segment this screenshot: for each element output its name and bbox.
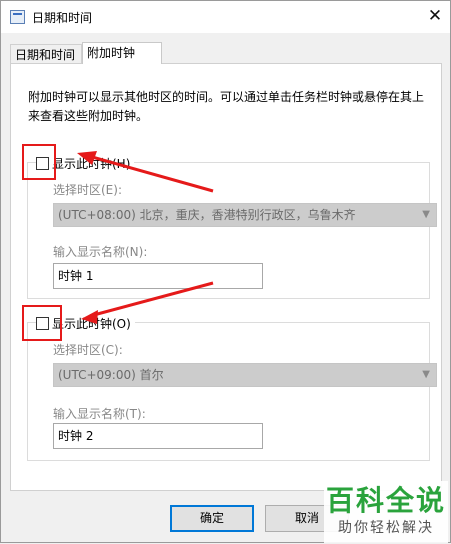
clock1-timezone-value: (UTC+08:00) 北京，重庆，香港特别行政区，乌鲁木齐 [58, 208, 356, 222]
close-icon[interactable]: ✕ [420, 1, 450, 31]
clock2-checkbox-label: 显示此时钟(O) [52, 317, 131, 331]
clock1-timezone-label: 选择时区(E): [53, 183, 122, 197]
description-text: 附加时钟可以显示其他时区的时间。可以通过单击任务栏时钟或悬停在其上来查看这些附加… [28, 90, 425, 123]
watermark: 百科全说 助你轻松解决 [324, 481, 448, 543]
chevron-down-icon: ▼ [422, 369, 430, 380]
clock2-name-label: 输入显示名称(T): [53, 407, 146, 421]
clock2-timezone-value: (UTC+09:00) 首尔 [58, 368, 164, 382]
title-bar: 日期和时间 ✕ [1, 1, 450, 33]
clock2-timezone-select[interactable]: (UTC+09:00) 首尔 ▼ [53, 363, 437, 387]
clock-app-icon [10, 10, 25, 24]
highlight-box-clock1 [22, 144, 56, 180]
dialog-window: 日期和时间 ✕ 日期和时间 附加时钟 附加时钟可以显示其他时区的时间。可以通过单… [0, 0, 451, 543]
clock1-name-input[interactable]: 时钟 1 [53, 263, 263, 289]
tab-additional-clocks[interactable]: 附加时钟 [82, 42, 162, 64]
window-title: 日期和时间 [32, 11, 93, 25]
clock1-checkbox-label: 显示此时钟(H) [52, 157, 131, 171]
watermark-slogan: 助你轻松解决 [338, 520, 434, 536]
chevron-down-icon: ▼ [422, 209, 430, 220]
watermark-logo-text: 百科全说 [325, 484, 446, 517]
clock1-timezone-select[interactable]: (UTC+08:00) 北京，重庆，香港特别行政区，乌鲁木齐 ▼ [53, 203, 437, 227]
clock1-name-label: 输入显示名称(N): [53, 245, 148, 259]
clock2-group: 选择时区(C): (UTC+09:00) 首尔 ▼ 输入显示名称(T): 时钟 … [27, 322, 437, 461]
clock1-group: 选择时区(E): (UTC+08:00) 北京，重庆，香港特别行政区，乌鲁木齐 … [27, 162, 437, 299]
clock2-timezone-label: 选择时区(C): [53, 343, 123, 357]
highlight-box-clock2 [22, 305, 62, 341]
tab-panel: 附加时钟可以显示其他时区的时间。可以通过单击任务栏时钟或悬停在其上来查看这些附加… [10, 63, 442, 491]
ok-button[interactable]: 确定 [170, 505, 254, 532]
tab-date-and-time[interactable]: 日期和时间 [10, 44, 82, 64]
clock2-name-input[interactable]: 时钟 2 [53, 423, 263, 449]
